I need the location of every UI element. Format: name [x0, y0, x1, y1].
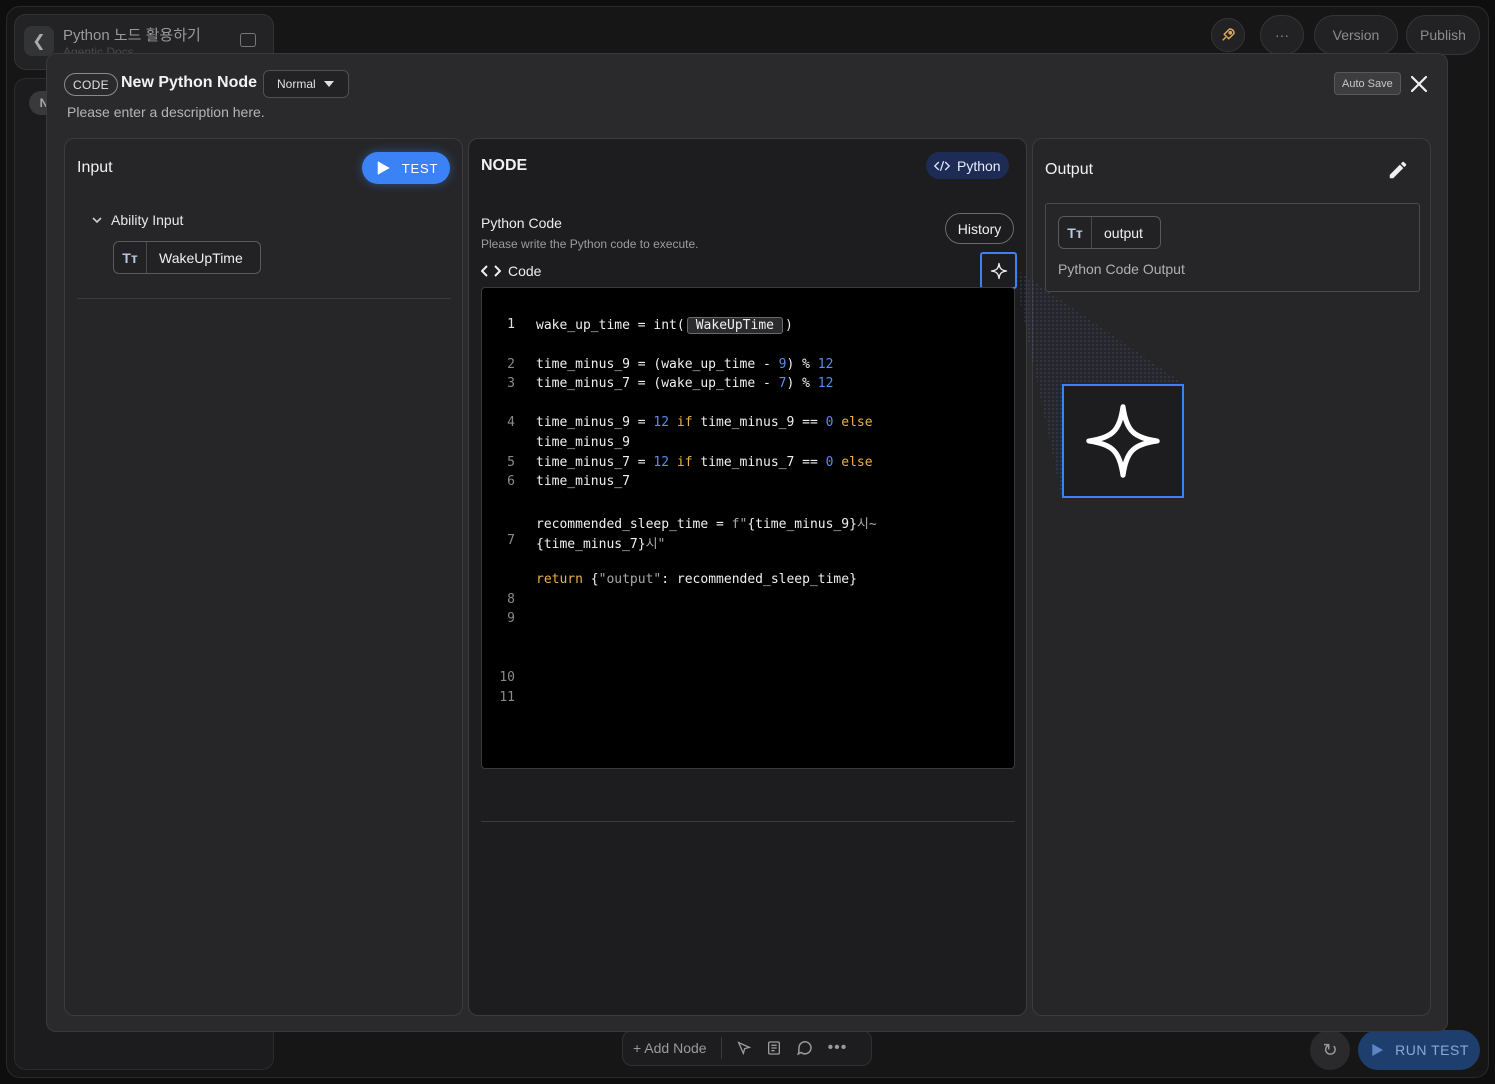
language-label: Python [957, 157, 1001, 174]
code-label-text: Code [508, 263, 542, 279]
mode-select-value: Normal [277, 77, 316, 91]
node-panel-title: NODE [481, 157, 528, 174]
rocket-button[interactable] [1211, 18, 1245, 52]
code-line: time_minus_7 [536, 474, 630, 489]
python-code-label: Python Code [481, 215, 562, 231]
test-button[interactable]: TEST [362, 152, 450, 184]
variable-chip[interactable]: WakeUpTime [686, 317, 783, 334]
canvas-toolbar: + Add Node ••• [622, 1030, 872, 1066]
line-number: 2 [507, 357, 515, 372]
play-icon [377, 161, 390, 175]
node-panel: NODE Python Python Code Please write the… [468, 138, 1027, 1016]
python-code-help: Please write the Python code to execute. [481, 237, 699, 251]
cursor-icon[interactable] [736, 1040, 752, 1056]
output-panel-title: Output [1045, 161, 1094, 178]
ai-assist-button[interactable] [980, 252, 1017, 289]
line-number: 7 [507, 533, 515, 548]
output-description: Python Code Output [1058, 261, 1185, 277]
code-line: recommended_sleep_time = f"{time_minus_9… [536, 517, 877, 532]
code-line: time_minus_9 [536, 435, 630, 450]
line-number: 5 [507, 455, 515, 470]
node-divider [481, 821, 1015, 822]
line-number: 8 [507, 592, 515, 607]
python-node-modal: CODE New Python Node Normal Please enter… [46, 53, 1448, 1032]
code-brackets-icon [934, 160, 950, 171]
text-type-icon: Tт [1059, 217, 1092, 248]
ability-input-group[interactable]: Ability Input [91, 212, 183, 228]
note-icon[interactable] [766, 1040, 782, 1056]
more-icon[interactable]: ••• [828, 1039, 848, 1057]
input-variable-name: WakeUpTime [159, 249, 243, 266]
code-line: time_minus_7 = 12 if time_minus_7 == 0 e… [536, 455, 873, 470]
mode-select[interactable]: Normal [263, 70, 349, 98]
input-panel-title: Input [77, 159, 113, 176]
version-button[interactable]: Version [1314, 15, 1398, 55]
node-type-badge: CODE [64, 73, 118, 96]
chevron-down-icon [92, 217, 102, 224]
history-button[interactable]: History [945, 213, 1014, 244]
ability-input-label: Ability Input [111, 212, 184, 228]
code-line: wake_up_time = int(WakeUpTime) [536, 317, 793, 334]
test-button-label: TEST [401, 160, 439, 176]
output-variable-name: output [1104, 224, 1143, 241]
sparkle-icon [990, 262, 1007, 279]
more-button[interactable]: ··· [1260, 15, 1304, 55]
code-line: time_minus_9 = 12 if time_minus_9 == 0 e… [536, 415, 873, 430]
code-brackets-icon [481, 265, 501, 277]
input-variable-chip[interactable]: Tт WakeUpTime [113, 241, 261, 274]
code-line: time_minus_9 = (wake_up_time - 9) % 12 [536, 357, 834, 372]
comment-icon[interactable] [796, 1039, 814, 1057]
run-test-button[interactable]: RUN TEST [1358, 1030, 1480, 1070]
code-section-label: Code [481, 263, 541, 279]
code-editor[interactable]: 1 2 3 4 5 6 7 8 9 10 11 wake_up_time = i… [481, 287, 1015, 769]
line-number: 9 [507, 611, 515, 626]
auto-save-badge: Auto Save [1334, 72, 1401, 95]
play-icon [1372, 1044, 1384, 1056]
code-line: return {"output": recommended_sleep_time… [536, 572, 857, 587]
output-panel: Output Tт output Python Code Output [1032, 138, 1431, 1016]
caret-down-icon [323, 81, 334, 87]
close-button[interactable] [1407, 72, 1431, 96]
input-panel: Input TEST Ability Input Tт WakeUpTime [64, 138, 463, 1016]
line-number: 11 [499, 690, 515, 705]
refresh-button[interactable]: ↻ [1310, 1030, 1350, 1070]
sidebar-toggle-icon[interactable] [240, 33, 256, 47]
run-test-label: RUN TEST [1395, 1042, 1469, 1058]
line-number: 10 [499, 670, 515, 685]
edit-button[interactable] [1387, 159, 1411, 183]
document-title: Python 노드 활용하기 [63, 27, 201, 44]
close-icon [1410, 75, 1428, 93]
line-number: 4 [507, 415, 515, 430]
output-variable-chip[interactable]: Tт output [1058, 216, 1161, 249]
rocket-icon [1222, 28, 1235, 41]
publish-button[interactable]: Publish [1406, 15, 1480, 55]
output-item: Tт output Python Code Output [1045, 203, 1420, 292]
input-divider [77, 298, 451, 299]
line-number: 1 [507, 317, 515, 332]
text-type-icon: Tт [114, 242, 147, 273]
sparkle-icon [1086, 404, 1160, 478]
back-button[interactable]: ❮ [24, 26, 54, 56]
pencil-icon [1389, 161, 1407, 179]
code-line: {time_minus_7}시" [536, 537, 666, 552]
node-title[interactable]: New Python Node [121, 74, 257, 92]
line-number: 3 [507, 376, 515, 391]
code-line: time_minus_7 = (wake_up_time - 7) % 12 [536, 376, 834, 391]
add-node-button[interactable]: + Add Node [633, 1040, 707, 1056]
node-description[interactable]: Please enter a description here. [67, 104, 265, 120]
language-badge: Python [926, 152, 1009, 179]
zoomed-ai-button [1062, 384, 1184, 498]
chevron-left-icon: ❮ [32, 33, 46, 50]
line-number: 6 [507, 474, 515, 489]
refresh-icon: ↻ [1322, 1039, 1338, 1060]
